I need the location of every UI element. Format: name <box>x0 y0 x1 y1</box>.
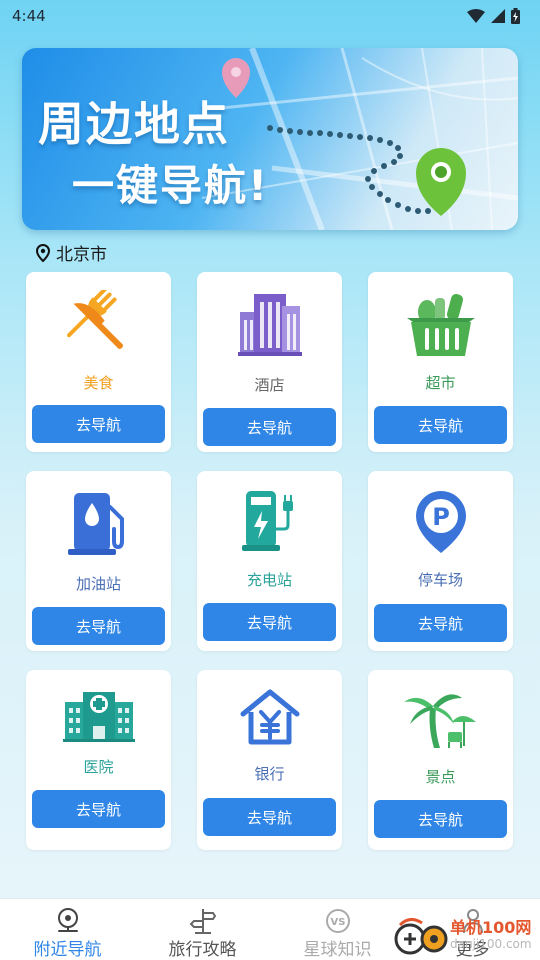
category-label: 医院 <box>83 758 114 776</box>
banner-subheadline: 一键导航! <box>72 161 270 210</box>
category-card-hotel[interactable]: 酒店 去导航 <box>197 272 342 452</box>
category-card-gas-station[interactable]: 加油站 去导航 <box>26 471 171 651</box>
promo-banner[interactable]: 周边地点 一键导航! <box>22 48 518 230</box>
charging-station-icon <box>241 491 293 551</box>
gas-pump-icon <box>67 493 124 555</box>
category-card-scenic-spot[interactable]: 景点 去导航 <box>368 670 513 850</box>
category-card-hospital[interactable]: 医院 去导航 <box>26 670 171 850</box>
signal-icon <box>491 9 505 23</box>
category-card-bank[interactable]: 银行 去导航 <box>197 670 342 850</box>
hospital-icon <box>62 692 135 742</box>
category-label: 酒店 <box>254 376 285 394</box>
wifi-icon <box>467 9 485 23</box>
category-label: 银行 <box>254 765 285 783</box>
go-navigate-button-hotel[interactable]: 去导航 <box>203 408 336 446</box>
go-navigate-button-scenic-spot[interactable]: 去导航 <box>374 800 507 838</box>
watermark-text-block: 单机100网 danji100.com <box>450 918 532 952</box>
parking-pin-icon: P <box>415 491 466 553</box>
go-navigate-button-food[interactable]: 去导航 <box>32 405 165 443</box>
category-label: 加油站 <box>75 575 121 593</box>
banner-headline: 周边地点 <box>38 97 230 151</box>
current-location[interactable]: 北京市 <box>36 240 107 265</box>
tab-label: 附近导航 <box>33 940 102 960</box>
go-navigate-button-parking[interactable]: 去导航 <box>374 604 507 642</box>
category-label: 停车场 <box>417 571 463 589</box>
green-map-pin <box>416 148 466 216</box>
tab-label: 旅行攻略 <box>168 940 237 960</box>
tab-travel-guide[interactable]: 旅行攻略 <box>135 899 270 960</box>
site-watermark: 单机100网 danji100.com <box>392 912 540 958</box>
battery-icon <box>511 8 520 24</box>
category-card-supermarket[interactable]: 超市 去导航 <box>368 272 513 452</box>
category-card-food[interactable]: 美食 去导航 <box>26 272 171 452</box>
svg-text:P: P <box>432 503 450 531</box>
bank-icon <box>240 689 299 745</box>
fork-knife-icon <box>66 290 123 350</box>
vs-icon: VS <box>325 909 350 933</box>
palm-tree-icon <box>403 694 476 748</box>
category-card-charging-station[interactable]: 充电站 去导航 <box>197 471 342 651</box>
signpost-icon <box>189 909 216 934</box>
status-time: 4:44 <box>12 7 46 25</box>
go-navigate-button-hospital[interactable]: 去导航 <box>32 790 165 828</box>
category-label: 景点 <box>425 768 456 786</box>
hotel-building-icon <box>237 294 302 356</box>
go-navigate-button-bank[interactable]: 去导航 <box>203 798 336 836</box>
tab-planet-knowledge[interactable]: VS 星球知识 <box>270 899 405 960</box>
watermark-logo-icon <box>394 918 448 955</box>
shopping-basket-icon <box>406 294 475 356</box>
city-label: 北京市 <box>56 245 107 265</box>
watermark-domain: danji100.com <box>450 937 532 951</box>
category-label: 充电站 <box>246 571 292 589</box>
go-navigate-button-charging-station[interactable]: 去导航 <box>203 603 336 641</box>
go-navigate-button-gas-station[interactable]: 去导航 <box>32 607 165 645</box>
location-pin-icon <box>36 243 50 262</box>
go-navigate-button-supermarket[interactable]: 去导航 <box>374 406 507 444</box>
svg-text:VS: VS <box>330 917 345 928</box>
category-label: 美食 <box>83 374 114 392</box>
tab-label: 星球知识 <box>303 940 372 960</box>
nearby-nav-icon <box>57 908 78 932</box>
watermark-brand: 单机100网 <box>450 918 532 937</box>
tab-nearby-navigation[interactable]: 附近导航 <box>0 899 135 960</box>
category-label: 超市 <box>425 374 456 392</box>
category-card-parking[interactable]: P 停车场 去导航 <box>368 471 513 651</box>
status-bar: 4:44 <box>0 0 540 32</box>
status-icons <box>467 8 520 24</box>
